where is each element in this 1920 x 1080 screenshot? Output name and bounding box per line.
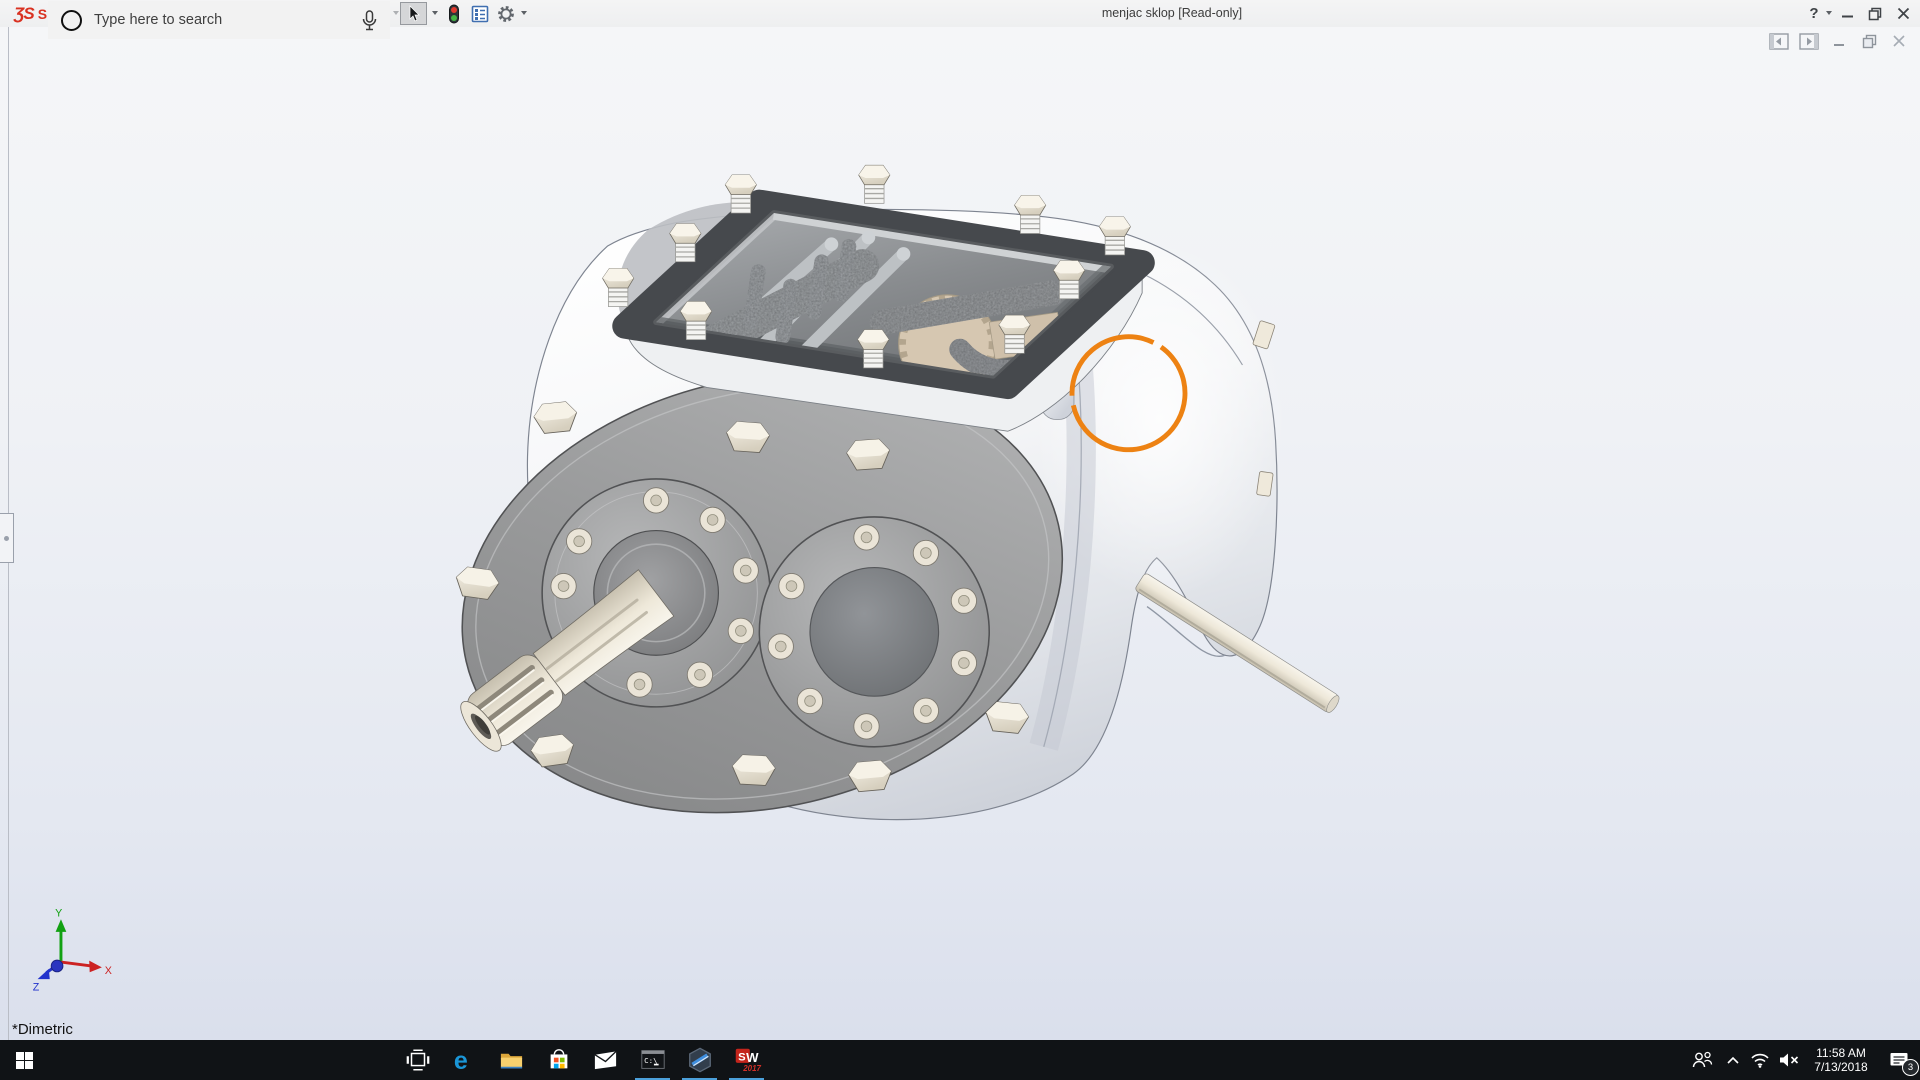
mail-icon <box>594 1050 617 1069</box>
svg-text:2017: 2017 <box>742 1064 761 1073</box>
options-dropdown[interactable] <box>521 11 527 15</box>
solidworks-2017-icon: S W 2017 <box>735 1048 761 1073</box>
chevron-up-icon <box>1727 1056 1739 1064</box>
graphics-viewport[interactable]: Y X Z *Dimetric <box>0 27 1920 1040</box>
gearbox-3d-model[interactable]: Y X Z <box>0 27 1920 1040</box>
edge-button[interactable]: e <box>441 1040 488 1080</box>
help-button[interactable]: ? <box>1804 0 1824 27</box>
composer-hexagon-icon <box>688 1047 711 1073</box>
solidworks-2017-button[interactable]: S W 2017 <box>723 1040 770 1080</box>
select-cursor-icon <box>409 4 420 21</box>
wifi-icon <box>1751 1053 1769 1068</box>
triad-z-label: Z <box>33 981 40 993</box>
command-prompt-button[interactable]: C:\ <box>629 1040 676 1080</box>
people-button[interactable] <box>1684 1040 1720 1080</box>
close-icon <box>1897 7 1909 20</box>
window-minimize-button[interactable] <box>1836 0 1858 27</box>
store-icon <box>550 1049 567 1069</box>
file-explorer-button[interactable] <box>488 1040 535 1080</box>
people-icon <box>1692 1051 1713 1068</box>
edge-icon: e <box>454 1047 468 1074</box>
output-bearing-cover <box>758 516 991 748</box>
volume-button[interactable] <box>1774 1040 1804 1080</box>
taskbar-clock[interactable]: 11:58 AM 7/13/2018 <box>1804 1040 1878 1080</box>
solidworks-composer-button[interactable] <box>676 1040 723 1080</box>
traffic-light-icon <box>449 4 459 23</box>
minimize-icon <box>1841 15 1853 18</box>
display-settings-button[interactable] <box>468 2 492 25</box>
svg-text:C:\: C:\ <box>644 1056 657 1065</box>
system-tray: 11:58 AM 7/13/2018 3 <box>1684 1040 1920 1080</box>
cortana-icon <box>61 9 82 31</box>
select-tool-button[interactable] <box>400 2 427 25</box>
x-axis-arrow-icon <box>89 960 102 973</box>
clock-date: 7/13/2018 <box>1814 1060 1868 1074</box>
solidworks-window: ƷS SOLID WORKS <box>0 0 1920 1080</box>
z-axis-arrow-icon <box>37 968 50 980</box>
window-close-button[interactable] <box>1892 0 1914 27</box>
microphone-icon[interactable] <box>362 9 377 31</box>
store-button[interactable] <box>535 1040 582 1080</box>
solidworks-logo-mark: ƷS <box>14 3 35 23</box>
file-explorer-icon <box>500 1053 523 1069</box>
restore-icon <box>1868 7 1882 20</box>
windows-logo-icon <box>15 1051 33 1069</box>
task-view-button[interactable] <box>394 1040 441 1080</box>
window-restore-button[interactable] <box>1864 0 1886 27</box>
gear-icon <box>498 5 514 22</box>
triad-x-label: X <box>105 965 112 977</box>
windows-taskbar <box>0 1040 1920 1080</box>
select-tool-dropdown[interactable] <box>432 11 438 15</box>
housing-tab-lower <box>1256 471 1274 497</box>
taskbar-search[interactable] <box>48 1 390 39</box>
hidden-icons-button[interactable] <box>1720 1040 1746 1080</box>
clock-time: 11:58 AM <box>1816 1046 1866 1060</box>
undo-dropdown[interactable] <box>393 11 399 15</box>
command-prompt-icon: C:\ <box>640 1050 665 1069</box>
start-button[interactable] <box>0 1040 48 1080</box>
triad-y-label: Y <box>55 907 62 919</box>
help-dropdown[interactable] <box>1826 11 1832 15</box>
volume-muted-icon <box>1780 1053 1799 1067</box>
network-button[interactable] <box>1746 1040 1774 1080</box>
display-pane-icon <box>471 5 489 22</box>
search-input[interactable] <box>92 11 362 29</box>
task-view-icon <box>406 1049 429 1071</box>
action-center-button[interactable]: 3 <box>1878 1040 1920 1080</box>
notification-badge: 3 <box>1902 1059 1919 1076</box>
options-button[interactable] <box>494 2 518 25</box>
mail-button[interactable] <box>582 1040 629 1080</box>
svg-text:W: W <box>746 1050 759 1065</box>
svg-text:e: e <box>454 1047 468 1074</box>
selection-filter-button[interactable] <box>442 2 466 25</box>
view-orientation-label: *Dimetric <box>12 1021 73 1038</box>
taskbar-apps: e C:\ S W 2017 <box>394 1040 770 1080</box>
document-title: menjac sklop [Read-only] <box>1101 6 1243 20</box>
orientation-triad: Y X Z <box>33 907 112 993</box>
y-axis-arrow-icon <box>55 919 67 932</box>
svg-text:S: S <box>738 1051 746 1063</box>
